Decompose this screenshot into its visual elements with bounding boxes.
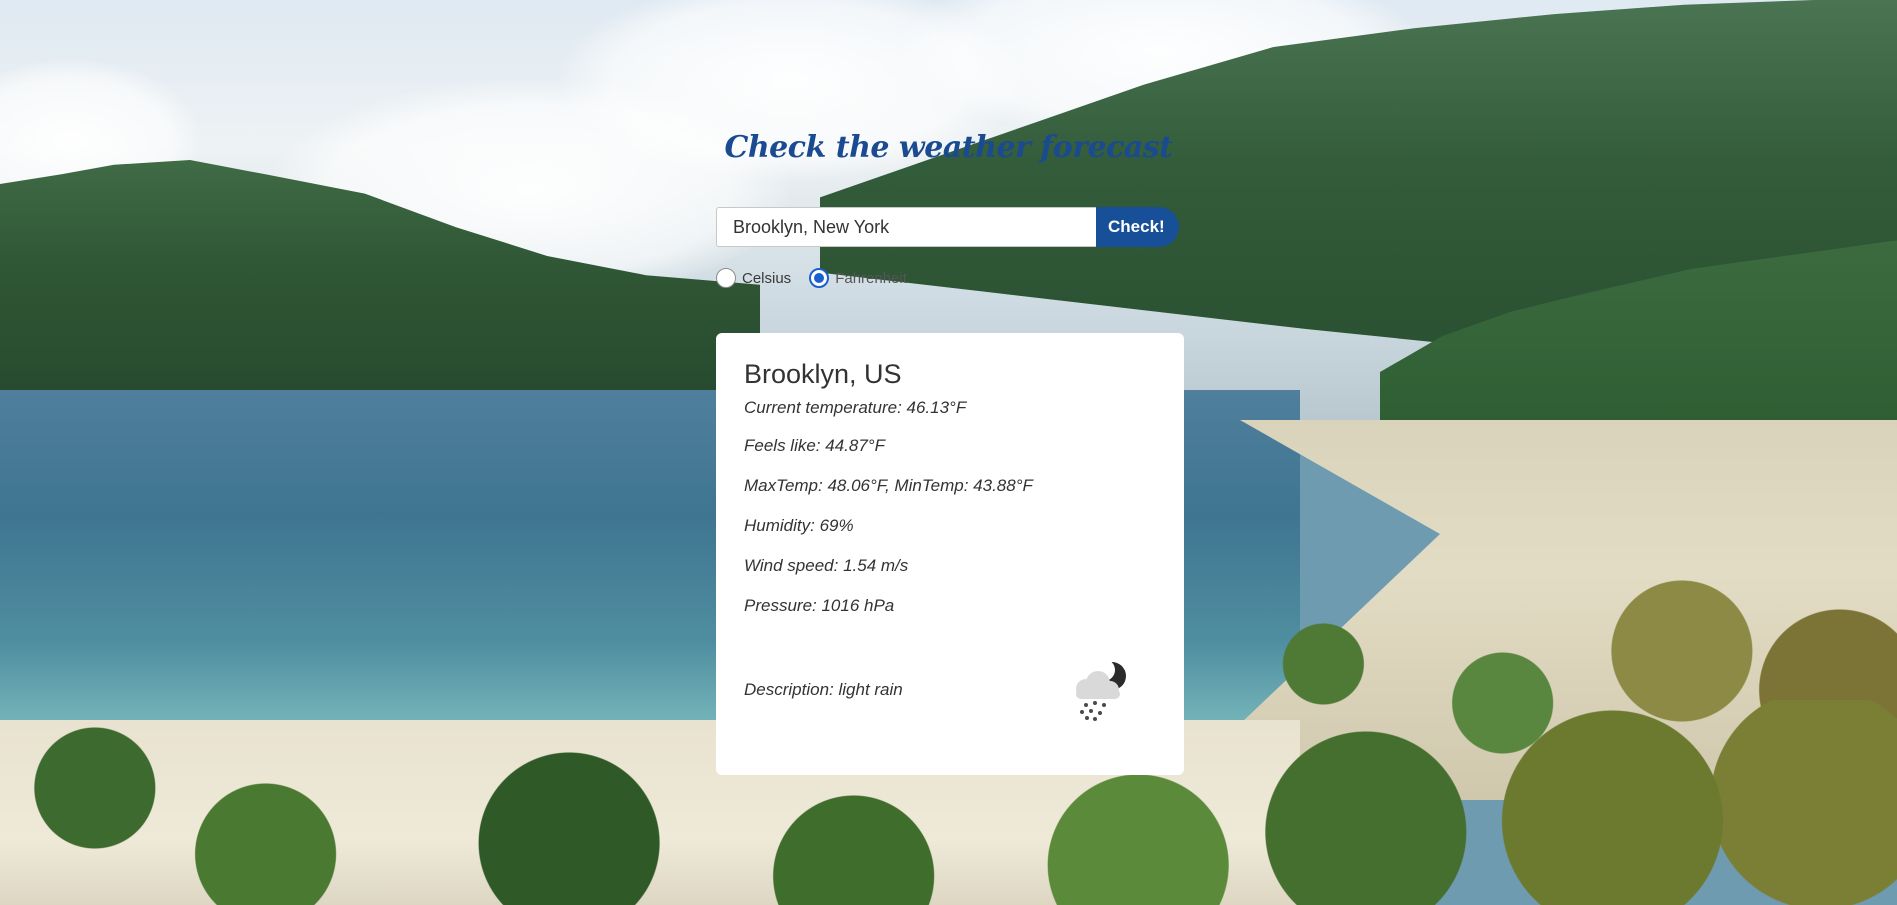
search-form: Check! xyxy=(716,207,1179,247)
check-button[interactable]: Check! xyxy=(1096,207,1179,247)
celsius-label[interactable]: Celsius xyxy=(742,270,791,287)
current-temperature: Current temperature: 46.13°F xyxy=(744,398,967,417)
fahrenheit-radio[interactable] xyxy=(809,268,830,288)
unit-selector: Celsius Fahrenheit xyxy=(716,268,925,288)
weather-description: Description: light rain xyxy=(744,680,903,699)
wind-speed: Wind speed: 1.54 m/s xyxy=(744,556,909,575)
location-heading: Brooklyn, US xyxy=(744,359,902,389)
fahrenheit-label[interactable]: Fahrenheit xyxy=(835,270,907,287)
celsius-radio[interactable] xyxy=(716,268,736,288)
humidity: Humidity: 69% xyxy=(744,516,854,535)
pressure: Pressure: 1016 hPa xyxy=(744,596,895,615)
max-min-temp: MaxTemp: 48.06°F, MinTemp: 43.88°F xyxy=(744,476,1033,495)
weather-result-card: Brooklyn, US Current temperature: 46.13°… xyxy=(716,333,1184,775)
page-title: Check the weather forecast xyxy=(724,130,1173,165)
feels-like: Feels like: 44.87°F xyxy=(744,436,885,455)
cloud-moon-rain-icon xyxy=(1076,659,1126,721)
city-input[interactable] xyxy=(716,207,1096,247)
description-row: Description: light rain xyxy=(744,659,1156,721)
